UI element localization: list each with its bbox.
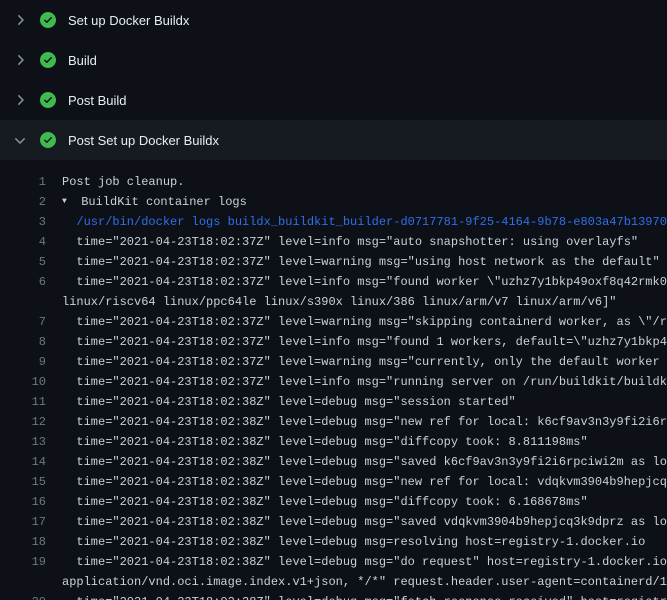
log-line: 15 time="2021-04-23T18:02:38Z" level=deb… — [0, 472, 667, 492]
chevron-right-icon[interactable] — [12, 92, 28, 108]
log-line-number[interactable]: 15 — [0, 472, 46, 492]
step-name: Post Build — [68, 93, 127, 108]
step-section-collapsed[interactable]: Build — [0, 40, 667, 80]
step-name: Set up Docker Buildx — [68, 13, 189, 28]
log-line-text: time="2021-04-23T18:02:38Z" level=debug … — [62, 432, 667, 452]
chevron-right-icon[interactable] — [12, 12, 28, 28]
success-check-icon — [40, 52, 56, 68]
step-name: Post Set up Docker Buildx — [68, 133, 219, 148]
group-collapse-icon[interactable]: ▼ — [62, 192, 74, 212]
log-line-number[interactable]: 17 — [0, 512, 46, 532]
log-line-number[interactable]: 9 — [0, 352, 46, 372]
log-line: 16 time="2021-04-23T18:02:38Z" level=deb… — [0, 492, 667, 512]
log-line-text: time="2021-04-23T18:02:38Z" level=debug … — [62, 532, 667, 552]
chevron-down-icon[interactable] — [12, 132, 28, 148]
log-line: linux/riscv64 linux/ppc64le linux/s390x … — [0, 292, 667, 312]
log-line-number[interactable]: 11 — [0, 392, 46, 412]
log-line-text: time="2021-04-23T18:02:38Z" level=debug … — [62, 592, 667, 600]
log-line-number[interactable]: 2 — [0, 192, 46, 212]
step-section-collapsed[interactable]: Post Build — [0, 80, 667, 120]
step-sections: Set up Docker Buildx Build Post Build — [0, 0, 667, 160]
step-section-collapsed[interactable]: Set up Docker Buildx — [0, 0, 667, 40]
success-check-icon — [40, 92, 56, 108]
log-line-number[interactable]: 13 — [0, 432, 46, 452]
log-line: 3 /usr/bin/docker logs buildx_buildkit_b… — [0, 212, 667, 232]
log-line[interactable]: 2 ▼ BuildKit container logs — [0, 192, 667, 212]
log-line-text: time="2021-04-23T18:02:38Z" level=debug … — [62, 512, 667, 532]
log-area: 1 Post job cleanup. 2 ▼ BuildKit contain… — [0, 160, 667, 600]
log-line-text: time="2021-04-23T18:02:37Z" level=warnin… — [62, 252, 667, 272]
log-line-number[interactable]: 10 — [0, 372, 46, 392]
log-line: 10 time="2021-04-23T18:02:37Z" level=inf… — [0, 372, 667, 392]
log-line-text: time="2021-04-23T18:02:37Z" level=info m… — [62, 332, 667, 352]
log-line-text: time="2021-04-23T18:02:37Z" level=info m… — [62, 372, 667, 392]
log-line-number[interactable]: 6 — [0, 272, 46, 292]
log-line: 12 time="2021-04-23T18:02:38Z" level=deb… — [0, 412, 667, 432]
log-line-text: time="2021-04-23T18:02:37Z" level=warnin… — [62, 312, 667, 332]
log-line: 4 time="2021-04-23T18:02:37Z" level=info… — [0, 232, 667, 252]
log-line: 8 time="2021-04-23T18:02:37Z" level=info… — [0, 332, 667, 352]
log-line: 17 time="2021-04-23T18:02:38Z" level=deb… — [0, 512, 667, 532]
log-line-text: time="2021-04-23T18:02:37Z" level=info m… — [62, 232, 667, 252]
log-line-text: time="2021-04-23T18:02:38Z" level=debug … — [62, 552, 667, 572]
log-line-number[interactable]: 8 — [0, 332, 46, 352]
log-line: 9 time="2021-04-23T18:02:37Z" level=warn… — [0, 352, 667, 372]
log-line: 20 time="2021-04-23T18:02:38Z" level=deb… — [0, 592, 667, 600]
log-line: 13 time="2021-04-23T18:02:38Z" level=deb… — [0, 432, 667, 452]
log-line-number[interactable]: 4 — [0, 232, 46, 252]
log-line-text: linux/riscv64 linux/ppc64le linux/s390x … — [62, 292, 667, 312]
log-line: 5 time="2021-04-23T18:02:37Z" level=warn… — [0, 252, 667, 272]
log-line: 14 time="2021-04-23T18:02:38Z" level=deb… — [0, 452, 667, 472]
log-line-number[interactable]: 19 — [0, 552, 46, 572]
step-section-expanded[interactable]: Post Set up Docker Buildx — [0, 120, 667, 160]
log-line-text: Post job cleanup. — [62, 172, 667, 192]
log-line-text: time="2021-04-23T18:02:37Z" level=info m… — [62, 272, 667, 292]
log-line-number[interactable]: 18 — [0, 532, 46, 552]
log-line-number[interactable] — [0, 572, 46, 592]
log-line-number[interactable]: 12 — [0, 412, 46, 432]
log-line-number[interactable]: 14 — [0, 452, 46, 472]
log-line-number[interactable]: 7 — [0, 312, 46, 332]
success-check-icon — [40, 12, 56, 28]
log-line-text: application/vnd.oci.image.index.v1+json,… — [62, 572, 667, 592]
log-line-number[interactable]: 16 — [0, 492, 46, 512]
step-name: Build — [68, 53, 97, 68]
log-line: 18 time="2021-04-23T18:02:38Z" level=deb… — [0, 532, 667, 552]
log-line-text: time="2021-04-23T18:02:38Z" level=debug … — [62, 392, 667, 412]
success-check-icon — [40, 132, 56, 148]
log-line-number[interactable]: 1 — [0, 172, 46, 192]
log-line-text: time="2021-04-23T18:02:38Z" level=debug … — [62, 492, 667, 512]
log-line-number[interactable]: 5 — [0, 252, 46, 272]
log-line-number[interactable]: 3 — [0, 212, 46, 232]
log-line: 11 time="2021-04-23T18:02:38Z" level=deb… — [0, 392, 667, 412]
log-line-text: time="2021-04-23T18:02:38Z" level=debug … — [62, 472, 667, 492]
actions-log-viewer: Set up Docker Buildx Build Post Build — [0, 0, 667, 600]
log-line-text: /usr/bin/docker logs buildx_buildkit_bui… — [62, 212, 667, 232]
group-title[interactable]: BuildKit container logs — [81, 195, 247, 209]
log-line: application/vnd.oci.image.index.v1+json,… — [0, 572, 667, 592]
log-line: 1 Post job cleanup. — [0, 172, 667, 192]
log-line-text: time="2021-04-23T18:02:38Z" level=debug … — [62, 452, 667, 472]
log-line-text: ▼ BuildKit container logs — [62, 192, 667, 212]
log-line-text: time="2021-04-23T18:02:38Z" level=debug … — [62, 412, 667, 432]
log-line-number[interactable]: 20 — [0, 592, 46, 600]
log-line-text: time="2021-04-23T18:02:37Z" level=warnin… — [62, 352, 667, 372]
chevron-right-icon[interactable] — [12, 52, 28, 68]
log-line: 6 time="2021-04-23T18:02:37Z" level=info… — [0, 272, 667, 292]
log-line-number[interactable] — [0, 292, 46, 312]
log-line: 19 time="2021-04-23T18:02:38Z" level=deb… — [0, 552, 667, 572]
log-line: 7 time="2021-04-23T18:02:37Z" level=warn… — [0, 312, 667, 332]
